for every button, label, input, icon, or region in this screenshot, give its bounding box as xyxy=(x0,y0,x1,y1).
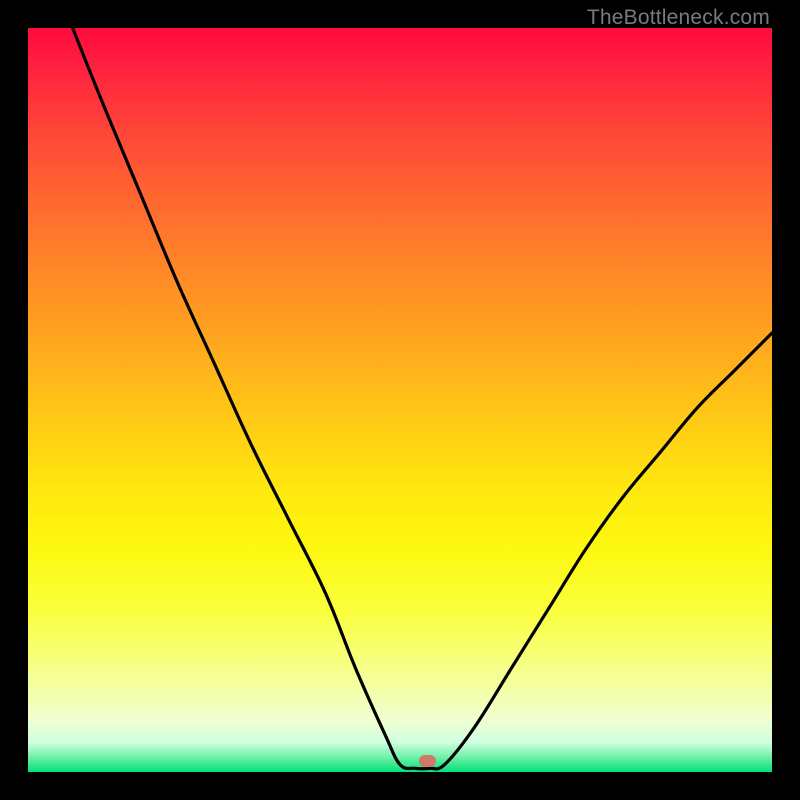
bottleneck-curve xyxy=(73,28,772,769)
plot-area xyxy=(28,28,772,772)
chart-container: TheBottleneck.com xyxy=(0,0,800,800)
optimal-point-marker xyxy=(419,755,436,767)
curve-svg xyxy=(28,28,772,772)
watermark-text: TheBottleneck.com xyxy=(587,6,770,30)
